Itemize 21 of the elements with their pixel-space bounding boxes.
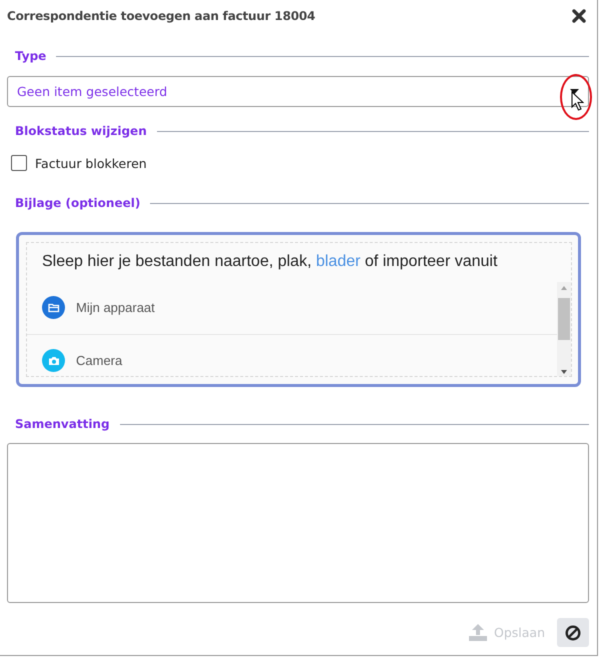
scrollbar[interactable] bbox=[557, 282, 571, 376]
upload-instructions: Sleep hier je bestanden naartoe, plak, blader of importeer vanuit bbox=[41, 252, 498, 272]
source-item[interactable]: Camera bbox=[27, 334, 557, 376]
section-heading: Bijlage (optioneel) bbox=[15, 196, 140, 210]
source-item[interactable]: Mijn apparaat bbox=[27, 282, 557, 335]
dialog-title: Correspondentie toevoegen aan factuur 18004 bbox=[7, 9, 316, 23]
checkbox[interactable] bbox=[11, 155, 27, 171]
cursor-icon bbox=[571, 91, 584, 111]
browse-link[interactable]: blader bbox=[316, 253, 360, 270]
cancel-button[interactable] bbox=[557, 618, 589, 647]
checkbox-label: Factuur blokkeren bbox=[35, 156, 147, 170]
upload-icon bbox=[468, 624, 487, 641]
section-heading: Type bbox=[15, 49, 46, 63]
caret-icon bbox=[570, 89, 579, 94]
close-button[interactable] bbox=[572, 9, 586, 23]
type-dropdown[interactable]: Geen item geselecteerd bbox=[7, 76, 589, 107]
section-heading: Blokstatus wijzigen bbox=[15, 124, 147, 138]
section-heading: Samenvatting bbox=[15, 417, 110, 431]
camera-icon bbox=[42, 349, 65, 372]
folder-icon bbox=[42, 296, 65, 320]
cancel-icon bbox=[565, 624, 581, 640]
